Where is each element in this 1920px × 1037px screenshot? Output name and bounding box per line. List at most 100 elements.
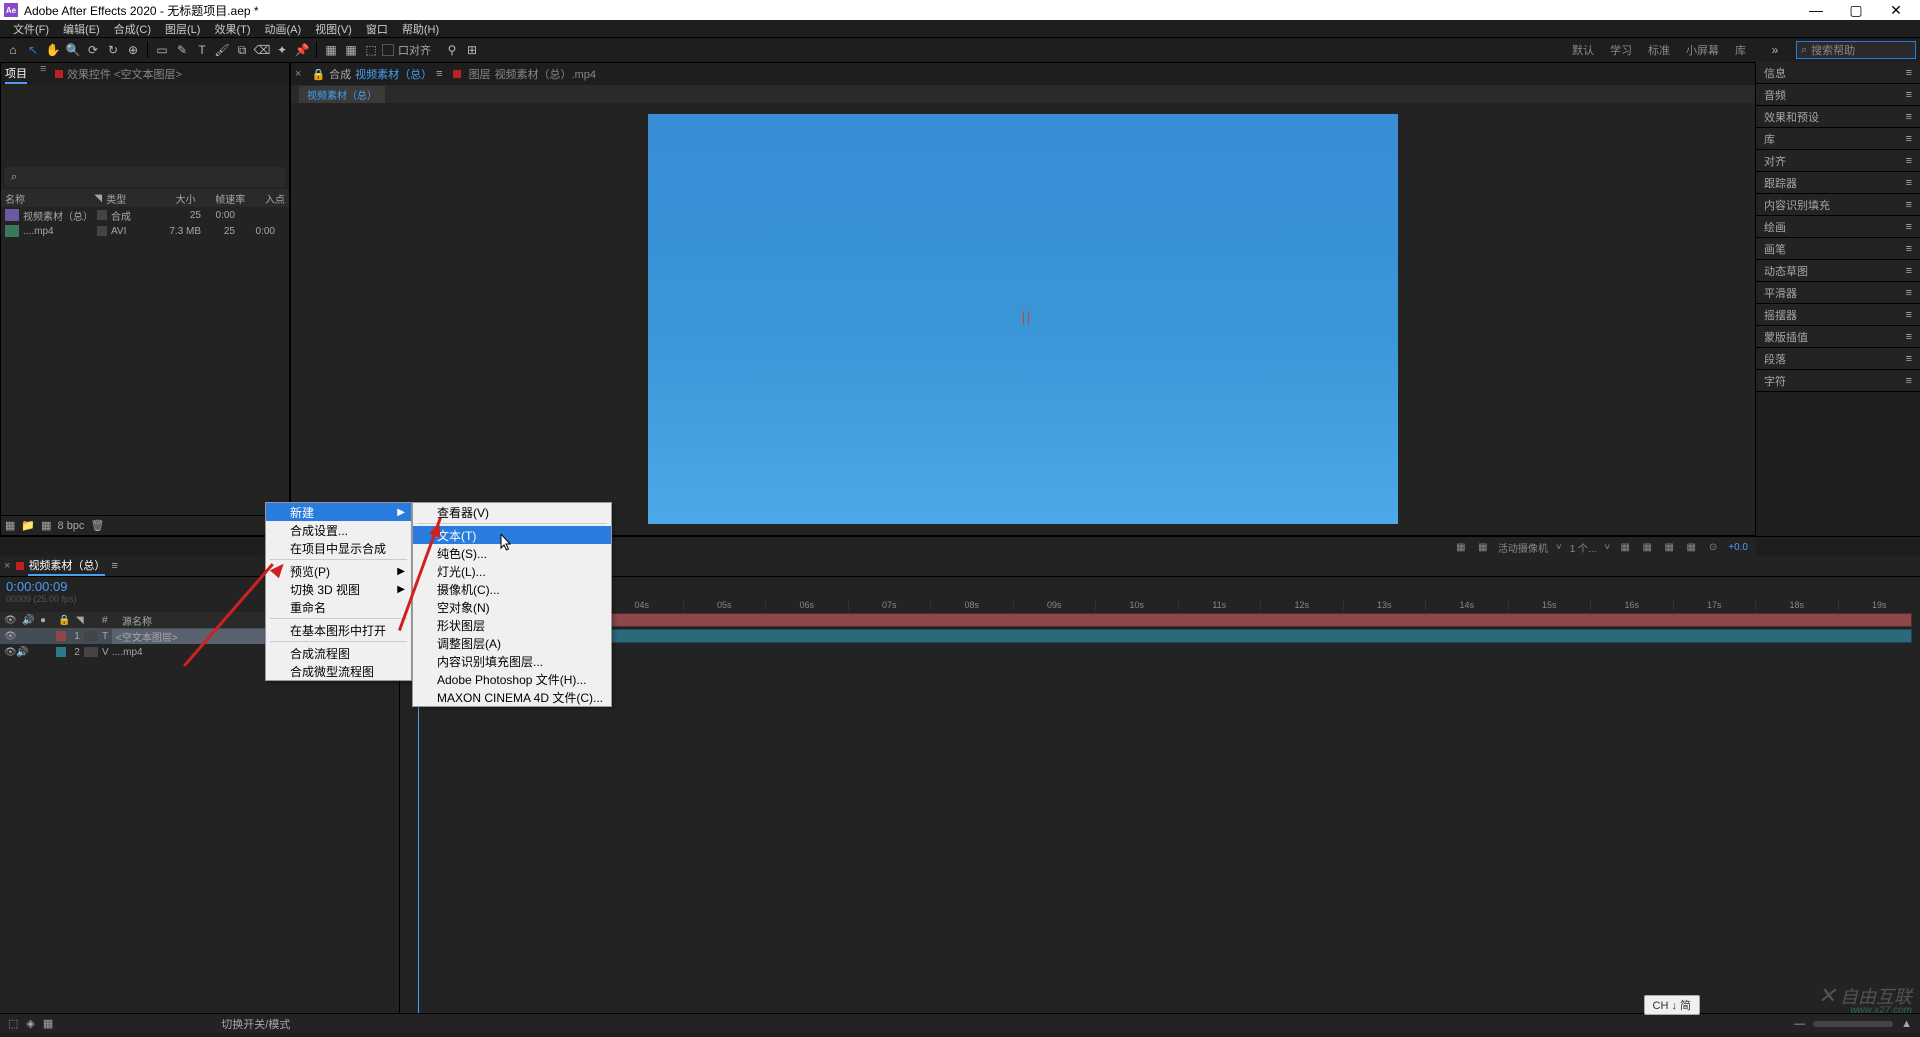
audio-toggle-icon[interactable]: 🔊 (16, 647, 28, 658)
res-icon[interactable]: ▦ (1454, 542, 1468, 553)
zoom-in-icon[interactable]: ▲ (1901, 1018, 1912, 1030)
menu-效果(T)[interactable]: 效果(T) (207, 21, 257, 37)
vf-icon-1[interactable]: ▦ (1618, 542, 1632, 553)
panel-蒙版插值[interactable]: 蒙版插值≡ (1756, 326, 1920, 348)
ime-indicator[interactable]: CH ↓ 简 (1644, 995, 1701, 1015)
home-icon[interactable]: ⌂ (4, 41, 22, 59)
menu-帮助(H)[interactable]: 帮助(H) (395, 21, 446, 37)
bpc-toggle[interactable]: 8 bpc (58, 520, 85, 532)
panel-menu-icon[interactable]: ≡ (1906, 353, 1912, 365)
label-color-icon[interactable] (56, 631, 66, 641)
panel-menu-icon[interactable]: ≡ (1906, 287, 1912, 299)
layer-duration-bar[interactable] (400, 613, 1912, 627)
panel-menu-icon[interactable]: ≡ (1906, 67, 1912, 79)
panel-menu-icon[interactable]: ≡ (1906, 265, 1912, 277)
tab-close-icon[interactable]: × (295, 68, 301, 80)
menu-item-合成流程图[interactable]: 合成流程图 (266, 644, 411, 662)
panel-menu-icon[interactable]: ≡ (1906, 133, 1912, 145)
eraser-tool-icon[interactable]: ⌫ (253, 41, 271, 59)
trash-icon[interactable]: 🗑 (90, 519, 104, 532)
orbit-tool-icon[interactable]: ⟳ (84, 41, 102, 59)
vf-icon-2[interactable]: ▦ (1640, 542, 1654, 553)
menu-item-切换 3D 视图[interactable]: 切换 3D 视图▶ (266, 580, 411, 598)
timecode[interactable]: 0:00:00:09 (6, 579, 263, 594)
menu-item-灯光(L)...[interactable]: 灯光(L)... (413, 562, 611, 580)
panel-menu-icon[interactable]: ≡ (1906, 89, 1912, 101)
footer-icon-1[interactable]: ⬚ (8, 1017, 18, 1030)
channel-icon[interactable]: ▦ (1476, 542, 1490, 553)
puppet-tool-icon[interactable]: 📌 (293, 41, 311, 59)
project-item[interactable]: ....mp4 AVI 7.3 MB 25 0:00 (1, 223, 289, 239)
menu-item-内容识别填充图层...[interactable]: 内容识别填充图层... (413, 652, 611, 670)
brush-tool-icon[interactable]: 🖌 (213, 41, 231, 59)
roto-tool-icon[interactable]: ✦ (273, 41, 291, 59)
label-color-icon[interactable] (56, 647, 66, 657)
tab-effect-controls[interactable]: 效果控件 <空文本图层> (55, 66, 182, 82)
solo-col-icon[interactable]: ● (40, 615, 52, 626)
panel-menu-icon[interactable]: ≡ (111, 560, 117, 572)
composition-viewer[interactable] (291, 103, 1755, 535)
col-fps[interactable]: 帧速率 (196, 191, 246, 206)
folder-icon[interactable]: 📁 (21, 519, 35, 532)
exposure-reset-icon[interactable]: ⊙ (1706, 542, 1720, 553)
panel-效果和预设[interactable]: 效果和预设≡ (1756, 106, 1920, 128)
panel-画笔[interactable]: 画笔≡ (1756, 238, 1920, 260)
maximize-button[interactable]: ▢ (1836, 0, 1876, 20)
vf-icon-4[interactable]: ▦ (1684, 542, 1698, 553)
menu-窗口[interactable]: 窗口 (359, 21, 395, 37)
menu-item-MAXON CINEMA 4D 文件(C)...[interactable]: MAXON CINEMA 4D 文件(C)... (413, 688, 611, 706)
anchor-tool-icon[interactable]: ⊕ (124, 41, 142, 59)
col-in[interactable]: 入点 (245, 191, 285, 206)
tag-col-icon[interactable]: ◥ (76, 615, 96, 626)
tool-opt-icon[interactable]: ▦ (322, 41, 340, 59)
panel-menu-icon[interactable]: ≡ (1906, 309, 1912, 321)
panel-动态草图[interactable]: 动态草图≡ (1756, 260, 1920, 282)
views-dropdown[interactable]: 1 个... (1570, 540, 1597, 555)
new-comp-icon[interactable]: ▦ (41, 519, 51, 532)
zoom-out-icon[interactable]: — (1794, 1018, 1805, 1030)
pen-tool-icon[interactable]: ✎ (173, 41, 191, 59)
track-row[interactable] (400, 612, 1920, 628)
tab-layer[interactable]: 图层 视频素材（总）.mp4 (453, 66, 596, 82)
panel-menu-icon[interactable]: ≡ (436, 68, 442, 80)
panel-menu-icon[interactable]: ≡ (1906, 221, 1912, 233)
col-name[interactable]: 名称 (5, 191, 94, 206)
menu-视图(V)[interactable]: 视图(V) (308, 21, 359, 37)
workspace-标准[interactable]: 标准 (1640, 45, 1678, 57)
footer-icon-2[interactable]: ◈ (26, 1017, 34, 1030)
close-button[interactable]: ✕ (1876, 0, 1916, 20)
snap-checkbox[interactable] (382, 44, 394, 56)
toggle-switches[interactable]: 切换开关/模式 (221, 1016, 290, 1032)
panel-menu-icon[interactable]: ≡ (1906, 375, 1912, 387)
vf-icon-3[interactable]: ▦ (1662, 542, 1676, 553)
panel-字符[interactable]: 字符≡ (1756, 370, 1920, 392)
panel-段落[interactable]: 段落≡ (1756, 348, 1920, 370)
help-search[interactable]: ⌕ 搜索帮助 (1796, 41, 1916, 59)
visibility-toggle-icon[interactable]: 👁 (4, 631, 16, 642)
zoom-slider[interactable] (1813, 1021, 1893, 1027)
menu-item-新建[interactable]: 新建▶ (266, 503, 411, 521)
time-ruler[interactable]: 04s05s06s07s08s09s10s11s12s13s14s15s16s1… (600, 577, 1920, 612)
panel-menu-icon[interactable]: ≡ (1906, 243, 1912, 255)
selection-tool-icon[interactable]: ↖ (24, 41, 42, 59)
panel-摇摆器[interactable]: 摇摆器≡ (1756, 304, 1920, 326)
workspace-小屏幕[interactable]: 小屏幕 (1678, 45, 1727, 57)
exposure-value[interactable]: +0.0 (1728, 542, 1748, 553)
panel-menu-icon[interactable]: ≡ (40, 63, 46, 75)
menu-item-合成设置...[interactable]: 合成设置... (266, 521, 411, 539)
clone-tool-icon[interactable]: ⧉ (233, 41, 251, 59)
source-name-col[interactable]: 源名称 (122, 613, 152, 628)
magnet-icon[interactable]: ⚲ (443, 41, 461, 59)
project-search[interactable]: ⌕ (5, 167, 285, 187)
visibility-toggle-icon[interactable]: 👁 (4, 647, 16, 658)
workspace-库[interactable]: 库 (1727, 45, 1754, 57)
panel-绘画[interactable]: 绘画≡ (1756, 216, 1920, 238)
menu-item-预览(P)[interactable]: 预览(P)▶ (266, 562, 411, 580)
label-color-icon[interactable] (97, 210, 107, 220)
menu-item-调整图层(A)[interactable]: 调整图层(A) (413, 634, 611, 652)
rect-tool-icon[interactable]: ▭ (153, 41, 171, 59)
menu-编辑(E)[interactable]: 编辑(E) (56, 21, 107, 37)
menu-item-在基本图形中打开[interactable]: 在基本图形中打开 (266, 621, 411, 639)
menu-item-形状图层[interactable]: 形状图层 (413, 616, 611, 634)
tab-project[interactable]: 项目 (5, 65, 27, 84)
